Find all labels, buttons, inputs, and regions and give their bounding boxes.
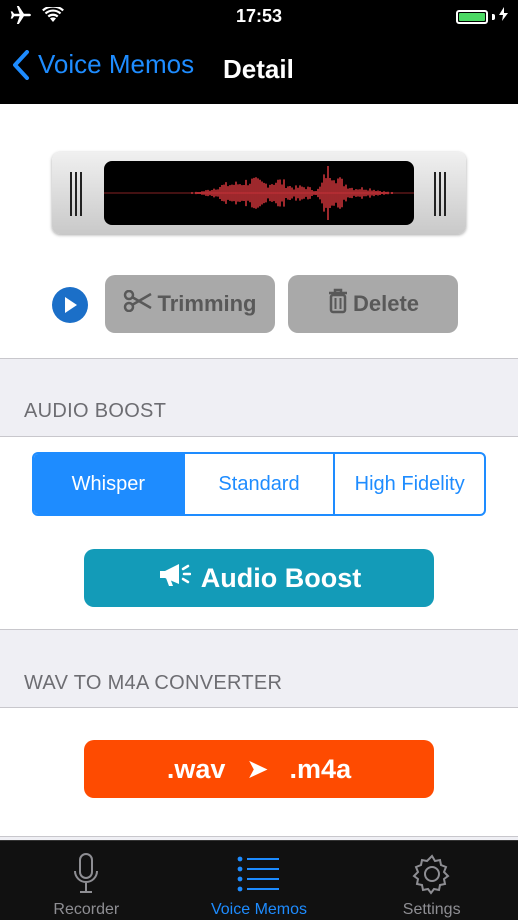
mode-high-fidelity[interactable]: High Fidelity [333,454,484,514]
status-bar: 17:53 [0,0,518,34]
to-format-label: .m4a [289,753,352,784]
tab-voice-memos-label: Voice Memos [210,901,308,918]
convert-button[interactable]: .wav ➤ .m4a [84,740,434,798]
chevron-left-icon [13,49,29,80]
waveform-display [104,161,414,225]
tab-bar: Recorder Voice Memos Settings [0,840,518,920]
play-icon [65,297,77,313]
trim-handle-left[interactable] [70,172,82,216]
megaphone-icon [157,561,191,596]
back-button[interactable]: Voice Memos [12,49,194,80]
scissors-icon [123,289,153,318]
waveform-editor[interactable] [52,152,466,234]
trim-handle-right[interactable] [434,172,446,216]
audio-boost-header: AUDIO BOOST [24,400,167,422]
tab-settings[interactable]: Settings [345,841,518,920]
tab-settings-label: Settings [402,901,461,918]
microphone-icon [72,851,100,897]
gear-icon [410,851,454,897]
trimming-button[interactable]: Trimming [105,275,275,333]
delete-button[interactable]: Delete [288,275,458,333]
boost-mode-selector: Whisper Standard High Fidelity [32,452,486,516]
delete-label: Delete [352,291,420,316]
converter-header: WAV TO M4A CONVERTER [24,672,283,694]
charging-icon [499,7,508,26]
back-label: Voice Memos [38,49,195,79]
list-icon [237,851,281,897]
mode-standard[interactable]: Standard [182,454,334,514]
tab-recorder[interactable]: Recorder [0,841,173,920]
arrow-right-icon: ➤ [247,755,268,783]
from-format-label: .wav [166,753,226,784]
mode-whisper[interactable]: Whisper [34,454,183,514]
play-button[interactable] [52,287,88,323]
navigation-bar: Voice Memos Detail [0,34,518,104]
tab-voice-memos[interactable]: Voice Memos [173,841,346,920]
waveform [104,166,414,220]
page-title: Detail [223,54,294,84]
tab-recorder-label: Recorder [53,901,120,918]
trimming-label: Trimming [157,291,257,316]
audio-boost-label: Audio Boost [200,562,362,593]
audio-boost-button[interactable]: Audio Boost [84,549,434,607]
status-time: 17:53 [235,6,283,26]
trash-icon [327,288,349,320]
battery-icon [456,9,488,24]
